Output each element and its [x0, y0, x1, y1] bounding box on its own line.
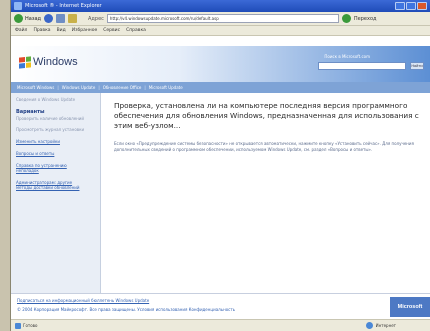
forward-button[interactable]: [44, 14, 54, 23]
page-header: Windows Поиск в Microsoft.com Найти: [11, 46, 430, 82]
breadcrumb-separator: |: [57, 85, 59, 90]
zone-label: Интернет: [375, 323, 396, 328]
sidebar-item-settings[interactable]: Изменить настройки: [16, 139, 86, 144]
back-arrow-icon: [14, 14, 23, 23]
status-text: Готово: [23, 323, 38, 328]
home-icon[interactable]: [68, 14, 78, 23]
back-button[interactable]: Назад: [14, 14, 41, 23]
address-bar[interactable]: http://v4.windowsupdate.microsoft.com/ru…: [106, 14, 339, 23]
window-title: Microsoft ® - Internet Explorer: [25, 3, 102, 9]
go-icon[interactable]: [341, 14, 351, 23]
menu-edit[interactable]: Правка: [33, 28, 50, 33]
breadcrumb-separator: |: [144, 85, 146, 90]
title-bar: Microsoft ® - Internet Explorer: [11, 0, 430, 12]
go-button[interactable]: Переход: [354, 16, 377, 22]
browser-window: Microsoft ® - Internet Explorer Назад Ад…: [10, 0, 430, 331]
sidebar-heading: Варианты: [16, 109, 45, 115]
menu-bar: Файл Правка Вид Избранное Сервис Справка: [11, 26, 430, 36]
breadcrumb-item[interactable]: Windows Update: [62, 85, 96, 90]
window-controls: [395, 2, 427, 10]
sidebar: Сведения о Windows Update Варианты Прове…: [11, 93, 101, 293]
stop-icon[interactable]: [56, 14, 66, 23]
breadcrumb-item[interactable]: Обновление Office: [103, 85, 142, 90]
page-footer: Подписаться на информационный бюллетень …: [11, 293, 430, 319]
sidebar-item-history[interactable]: Просмотреть журнал установки: [16, 127, 86, 132]
logo-text: Windows: [33, 56, 78, 68]
status-bar: Готово Интернет: [11, 319, 430, 331]
windows-logo[interactable]: Windows: [19, 55, 78, 69]
page-icon: [15, 322, 21, 329]
menu-view[interactable]: Вид: [57, 28, 66, 33]
breadcrumb-item[interactable]: Microsoft Windows: [17, 85, 54, 90]
address-label: Адрес: [88, 15, 104, 22]
sidebar-item-about[interactable]: Сведения о Windows Update: [16, 97, 86, 102]
breadcrumb: Microsoft Windows | Windows Update | Обн…: [11, 82, 430, 93]
sidebar-item-admins[interactable]: Администраторам: другие методы доставки …: [16, 180, 86, 190]
microsoft-logo[interactable]: Microsoft: [390, 297, 430, 317]
status-message: Проверка, установлена ли на компьютере п…: [114, 101, 419, 130]
sidebar-item-faq[interactable]: Вопросы и ответы: [16, 151, 86, 156]
sidebar-item-troubleshoot[interactable]: Справка по устранению неполадок: [16, 163, 86, 173]
menu-file[interactable]: Файл: [15, 28, 27, 33]
maximize-button[interactable]: [406, 2, 416, 10]
menu-favorites[interactable]: Избранное: [72, 28, 98, 33]
copyright-text: © 2004 Корпорация Майкрософт. Все права …: [17, 307, 236, 312]
search-label: Поиск в Microsoft.com: [324, 54, 370, 59]
search-button[interactable]: Найти: [410, 62, 424, 70]
menu-help[interactable]: Справка: [126, 28, 146, 33]
sidebar-item-check-updates[interactable]: Проверить наличие обновлений: [16, 116, 95, 121]
fine-print: Если окно «Предупреждение системы безопа…: [114, 141, 414, 152]
back-label: Назад: [25, 15, 42, 22]
windows-flag-icon: [19, 55, 31, 69]
newsletter-link[interactable]: Подписаться на информационный бюллетень …: [17, 298, 149, 303]
search-input[interactable]: [318, 62, 406, 70]
ie-icon: [14, 2, 22, 10]
security-zone: Интернет: [365, 322, 396, 329]
breadcrumb-separator: |: [98, 85, 100, 90]
browser-toolbar: Назад Адрес http://v4.windowsupdate.micr…: [11, 12, 430, 26]
menu-tools[interactable]: Сервис: [103, 28, 120, 33]
main-content: Проверка, установлена ли на компьютере п…: [102, 93, 430, 293]
close-button[interactable]: [417, 2, 427, 10]
globe-icon: [365, 322, 373, 329]
breadcrumb-item[interactable]: Microsoft Update: [149, 85, 183, 90]
minimize-button[interactable]: [395, 2, 405, 10]
